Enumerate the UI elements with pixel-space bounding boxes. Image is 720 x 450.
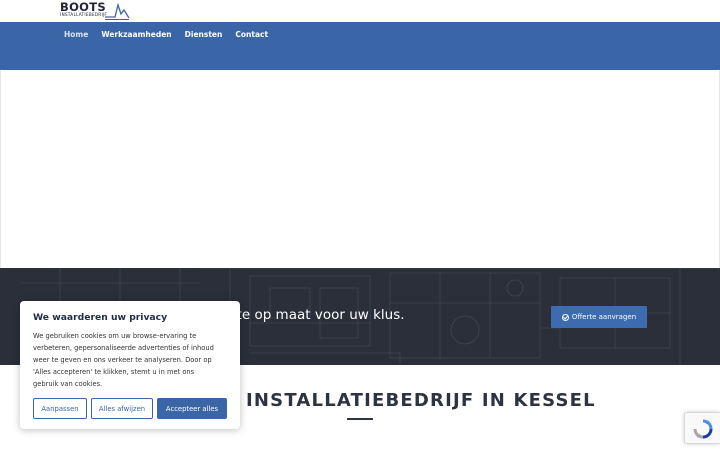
cookie-title: We waarderen uw privacy [33,312,168,323]
top-bar: BOOTS INSTALLATIEBEDRIJF [0,0,720,22]
nav-item-contact[interactable]: Contact [235,30,268,42]
cookie-text-line: We gebruiken cookies om uw browse-ervari… [33,332,197,340]
logo-wordmark: BOOTS [60,0,106,14]
recaptcha-badge[interactable] [684,412,720,444]
recaptcha-icon [693,419,713,439]
cookie-text-line: gebruik van cookies. [33,380,103,388]
cookie-accept-all-button[interactable]: Accepteer alles [157,398,227,419]
cookie-text-line: 'Alles accepteren' te klikken, stemt u i… [33,368,195,376]
logo-tagline: INSTALLATIEBEDRIJF [60,13,108,18]
request-quote-label: Offerte aanvragen [571,313,637,321]
nav-item-werkzaamheden[interactable]: Werkzaamheden [101,30,171,42]
nav-item-diensten[interactable]: Diensten [185,30,223,42]
logo-graphic-icon [105,2,130,20]
title-divider [347,418,373,420]
request-quote-button[interactable]: Offerte aanvragen [551,306,647,328]
hero-placeholder [0,70,720,268]
nav-links: Home Werkzaamheden Diensten Contact [64,30,268,42]
cookie-consent-banner: We waarderen uw privacy We gebruiken coo… [20,301,240,429]
cookie-customize-button[interactable]: Aanpassen [33,398,87,419]
check-circle-icon [561,313,569,321]
nav-item-home[interactable]: Home [64,30,88,42]
cookie-text-line: weer te geven en ons verkeer te analyser… [33,356,212,364]
cookie-reject-all-button[interactable]: Alles afwijzen [91,398,153,419]
cookie-text-line: verbeteren, gepersonaliseerde advertenti… [33,344,214,352]
main-navigation: Home Werkzaamheden Diensten Contact [0,22,720,70]
cta-text: rte op maat voor uw klus. [231,307,405,323]
section-title: INSTALLATIEBEDRIJF IN KESSEL [246,390,596,411]
site-logo[interactable]: BOOTS INSTALLATIEBEDRIJF [60,1,130,21]
